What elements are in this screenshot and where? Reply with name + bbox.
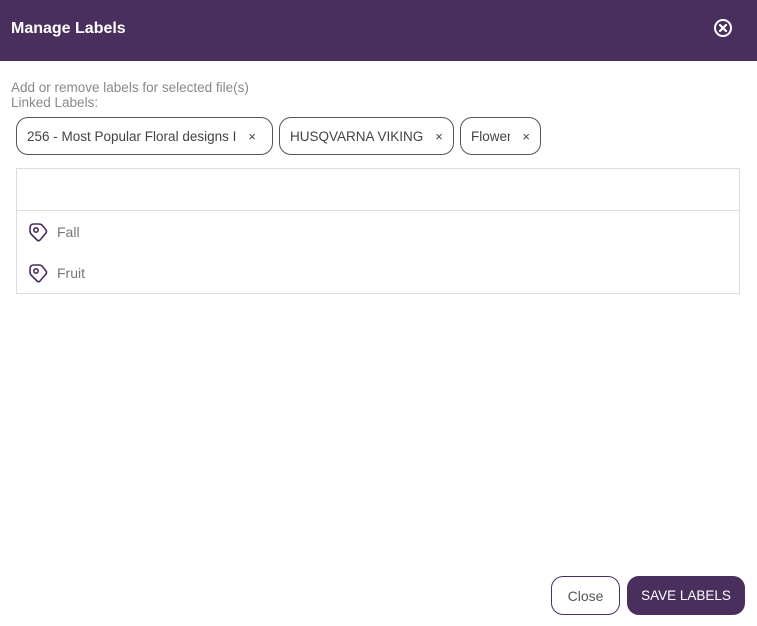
linked-labels-caption: Linked Labels: [11, 95, 99, 110]
chip-label: Flower [471, 128, 511, 144]
tag-icon [29, 263, 48, 283]
label-picker: Fall Fruit [16, 168, 740, 294]
description-text: Add or remove labels for selected file(s… [11, 80, 249, 95]
linked-label-chip: 256 - Most Popular Floral designs I × [16, 117, 273, 155]
dialog-header: Manage Labels [0, 0, 757, 61]
label-search-input[interactable] [17, 169, 739, 210]
remove-chip-icon[interactable]: × [248, 129, 256, 144]
close-circle-icon[interactable] [713, 18, 733, 38]
label-option-text: Fall [57, 223, 80, 240]
linked-label-chip: HUSQVARNA VIKING × [279, 117, 454, 155]
chip-label: HUSQVARNA VIKING [290, 128, 424, 144]
save-labels-button[interactable]: SAVE LABELS [627, 576, 745, 615]
label-option[interactable]: Fall [17, 211, 739, 252]
chip-label: 256 - Most Popular Floral designs I [27, 128, 237, 144]
dialog-description: Add or remove labels for selected file(s… [11, 80, 249, 110]
tag-icon [29, 222, 48, 242]
remove-chip-icon[interactable]: × [435, 129, 443, 144]
dialog-title: Manage Labels [11, 20, 126, 37]
close-button[interactable]: Close [551, 576, 620, 615]
label-search [17, 169, 739, 211]
linked-label-chip: Flower × [460, 117, 541, 155]
linked-labels-list: 256 - Most Popular Floral designs I × HU… [16, 117, 541, 155]
label-option-text: Fruit [57, 264, 85, 281]
remove-chip-icon[interactable]: × [522, 129, 530, 144]
label-option[interactable]: Fruit [17, 252, 739, 293]
